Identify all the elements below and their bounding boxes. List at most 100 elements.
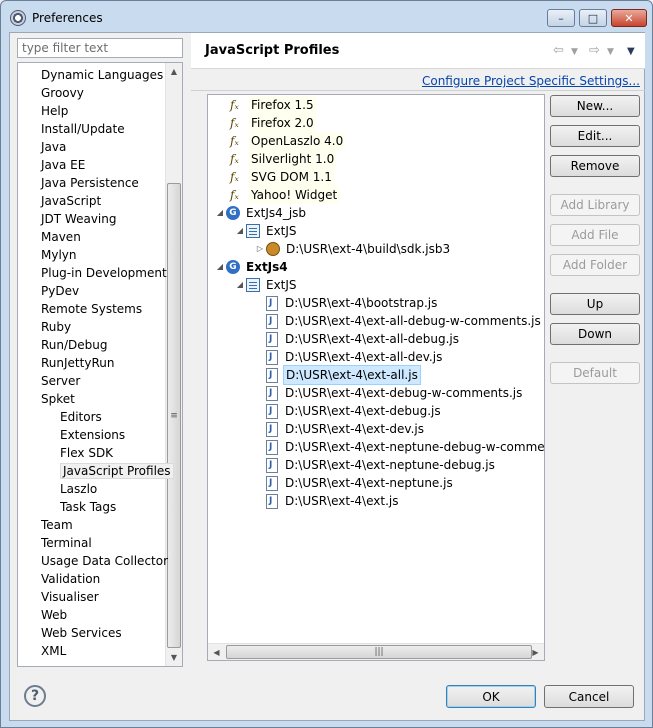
nav-item[interactable]: Run/Debug: [41, 336, 108, 354]
hscroll-thumb[interactable]: |||: [226, 645, 532, 659]
minimize-button[interactable]: –: [547, 9, 575, 27]
nav-item[interactable]: Plug-in Development: [41, 264, 167, 282]
profile-tree-row[interactable]: ◢ ExtJS: [234, 222, 299, 240]
expanded-chevron-icon[interactable]: ◢: [234, 222, 246, 240]
remove-button[interactable]: Remove: [550, 155, 640, 177]
nav-item[interactable]: JavaScript: [41, 192, 101, 210]
back-arrow-icon[interactable]: ⇦: [553, 43, 564, 58]
expanded-chevron-icon[interactable]: ◢: [214, 204, 226, 222]
nav-item[interactable]: Extensions: [60, 426, 125, 444]
scroll-up-icon[interactable]: ▲: [166, 63, 182, 80]
profile-tree-row[interactable]: ◢ ExtJS: [234, 276, 299, 294]
profile-tree-row[interactable]: D:\USR\ext-4\ext-dev.js: [254, 420, 426, 438]
nav-item[interactable]: Validation: [41, 570, 100, 588]
default-button[interactable]: Default: [550, 362, 640, 384]
profile-tree-label: D:\USR\ext-4\build\sdk.jsb3: [286, 242, 451, 256]
nav-item[interactable]: JDT Weaving: [41, 210, 116, 228]
nav-item[interactable]: Team: [41, 516, 73, 534]
nav-item-label: Laszlo: [60, 482, 98, 496]
profile-tree-row[interactable]: D:\USR\ext-4\ext-neptune.js: [254, 474, 455, 492]
nav-item-label: JavaScript: [41, 194, 102, 208]
nav-item[interactable]: XML: [41, 642, 66, 660]
nav-item[interactable]: Mylyn: [41, 246, 77, 264]
nav-item[interactable]: Flex SDK: [60, 444, 113, 462]
profiles-horizontal-scrollbar[interactable]: ◀ ||| ▶: [208, 643, 544, 660]
back-menu-chevron-icon[interactable]: ▼: [571, 47, 578, 57]
add-library-button[interactable]: Add Library: [550, 194, 640, 216]
profile-tree-row[interactable]: ◢ G ExtJs4: [214, 258, 290, 276]
forward-arrow-icon[interactable]: ⇨: [589, 43, 600, 58]
nav-item[interactable]: Groovy: [41, 84, 84, 102]
nav-item[interactable]: Editors: [60, 408, 102, 426]
nav-item[interactable]: Ruby: [41, 318, 71, 336]
profile-tree-row[interactable]: D:\USR\ext-4\bootstrap.js: [254, 294, 439, 312]
profile-tree-row[interactable]: ▷ D:\USR\ext-4\build\sdk.jsb3: [254, 240, 452, 258]
up-button[interactable]: Up: [550, 293, 640, 315]
nav-item[interactable]: Java Persistence: [41, 174, 139, 192]
nav-item[interactable]: Dynamic Languages: [41, 66, 163, 84]
filter-input[interactable]: [17, 38, 183, 58]
nav-item[interactable]: PyDev: [41, 282, 79, 300]
profile-tree-row[interactable]: D:\USR\ext-4\ext.js: [254, 492, 400, 510]
nav-item[interactable]: Help: [41, 102, 68, 120]
nav-item[interactable]: Web Services: [41, 624, 122, 642]
scroll-down-icon[interactable]: ▼: [166, 649, 182, 666]
nav-item[interactable]: RunJettyRun: [41, 354, 114, 372]
profile-tree-row[interactable]: fₓ Firefox 2.0: [230, 114, 316, 132]
nav-item[interactable]: Web: [41, 606, 67, 624]
scroll-right-icon[interactable]: ▶: [527, 644, 544, 660]
js-file-icon: [266, 403, 278, 419]
collapsed-chevron-icon[interactable]: ▷: [254, 240, 266, 258]
maximize-button[interactable]: □: [579, 9, 607, 27]
profile-tree-label: ExtJS: [266, 224, 297, 238]
profile-tree-row[interactable]: D:\USR\ext-4\ext-all-dev.js: [254, 348, 444, 366]
help-icon[interactable]: ?: [24, 685, 46, 707]
expanded-chevron-icon[interactable]: ◢: [214, 258, 226, 276]
forward-menu-chevron-icon[interactable]: ▼: [607, 47, 614, 57]
profile-tree-row[interactable]: D:\USR\ext-4\ext-debug.js: [254, 402, 443, 420]
profile-tree-row[interactable]: D:\USR\ext-4\ext-neptune-debug-w-comment…: [254, 438, 544, 456]
profile-tree-row[interactable]: fₓ Firefox 1.5: [230, 96, 316, 114]
edit-button[interactable]: Edit...: [550, 125, 640, 147]
js-file-icon: [266, 331, 278, 347]
add-file-button[interactable]: Add File: [550, 224, 640, 246]
profile-tree-row[interactable]: fₓ Yahoo! Widget: [230, 186, 340, 204]
nav-item[interactable]: Laszlo: [60, 480, 97, 498]
nav-item[interactable]: JavaScript Profiles: [60, 462, 174, 480]
nav-item[interactable]: Install/Update: [41, 120, 125, 138]
nav-item[interactable]: Maven: [41, 228, 81, 246]
javascript-profiles-tree[interactable]: D:\USR\ext-4\ext.js D:\USR\ext-4\ext-nept…: [207, 94, 545, 661]
nav-vertical-scrollbar[interactable]: ▲ ≡ ▼: [165, 63, 182, 666]
profile-tree-row[interactable]: fₓ SVG DOM 1.1: [230, 168, 334, 186]
ok-button[interactable]: OK: [446, 685, 536, 708]
nav-item[interactable]: Server: [41, 372, 80, 390]
nav-item[interactable]: Java: [41, 138, 66, 156]
nav-item-label: Server: [41, 374, 81, 388]
scroll-left-icon[interactable]: ◀: [208, 644, 225, 660]
down-button[interactable]: Down: [550, 323, 640, 345]
profile-tree-row[interactable]: D:\USR\ext-4\ext-all-debug.js: [254, 330, 461, 348]
profile-tree-row[interactable]: D:\USR\ext-4\ext-debug-w-comments.js: [254, 384, 524, 402]
nav-item[interactable]: Visualiser: [41, 588, 99, 606]
nav-item[interactable]: Task Tags: [60, 498, 116, 516]
profile-tree-row[interactable]: fₓ Silverlight 1.0: [230, 150, 337, 168]
scroll-thumb[interactable]: ≡: [167, 183, 181, 648]
add-folder-button[interactable]: Add Folder: [550, 254, 640, 276]
view-menu-icon[interactable]: ▼: [627, 46, 635, 57]
cancel-button[interactable]: Cancel: [544, 685, 634, 708]
configure-project-settings-link[interactable]: Configure Project Specific Settings...: [422, 74, 640, 88]
profile-tree-row[interactable]: D:\USR\ext-4\ext-all.js: [254, 365, 421, 385]
profile-tree-row[interactable]: D:\USR\ext-4\ext-all-debug-w-comments.js: [254, 312, 543, 330]
expanded-chevron-icon[interactable]: ◢: [234, 276, 246, 294]
profile-tree-row[interactable]: ◢ G ExtJs4_jsb: [214, 204, 308, 222]
profile-tree-row[interactable]: fₓ OpenLaszlo 4.0: [230, 132, 346, 150]
close-button[interactable]: ✕: [611, 9, 647, 27]
nav-item[interactable]: Usage Data Collector: [41, 552, 168, 570]
profile-tree-row[interactable]: D:\USR\ext-4\ext-neptune-debug.js: [254, 456, 497, 474]
nav-item[interactable]: Spket: [41, 390, 75, 408]
new-button[interactable]: New...: [550, 95, 640, 117]
nav-item[interactable]: Remote Systems: [41, 300, 142, 318]
nav-item[interactable]: Terminal: [41, 534, 92, 552]
preference-category-tree[interactable]: ▲ ≡ ▼ Dynamic Languages Groovy Help Install…: [17, 62, 183, 667]
nav-item[interactable]: Java EE: [41, 156, 85, 174]
